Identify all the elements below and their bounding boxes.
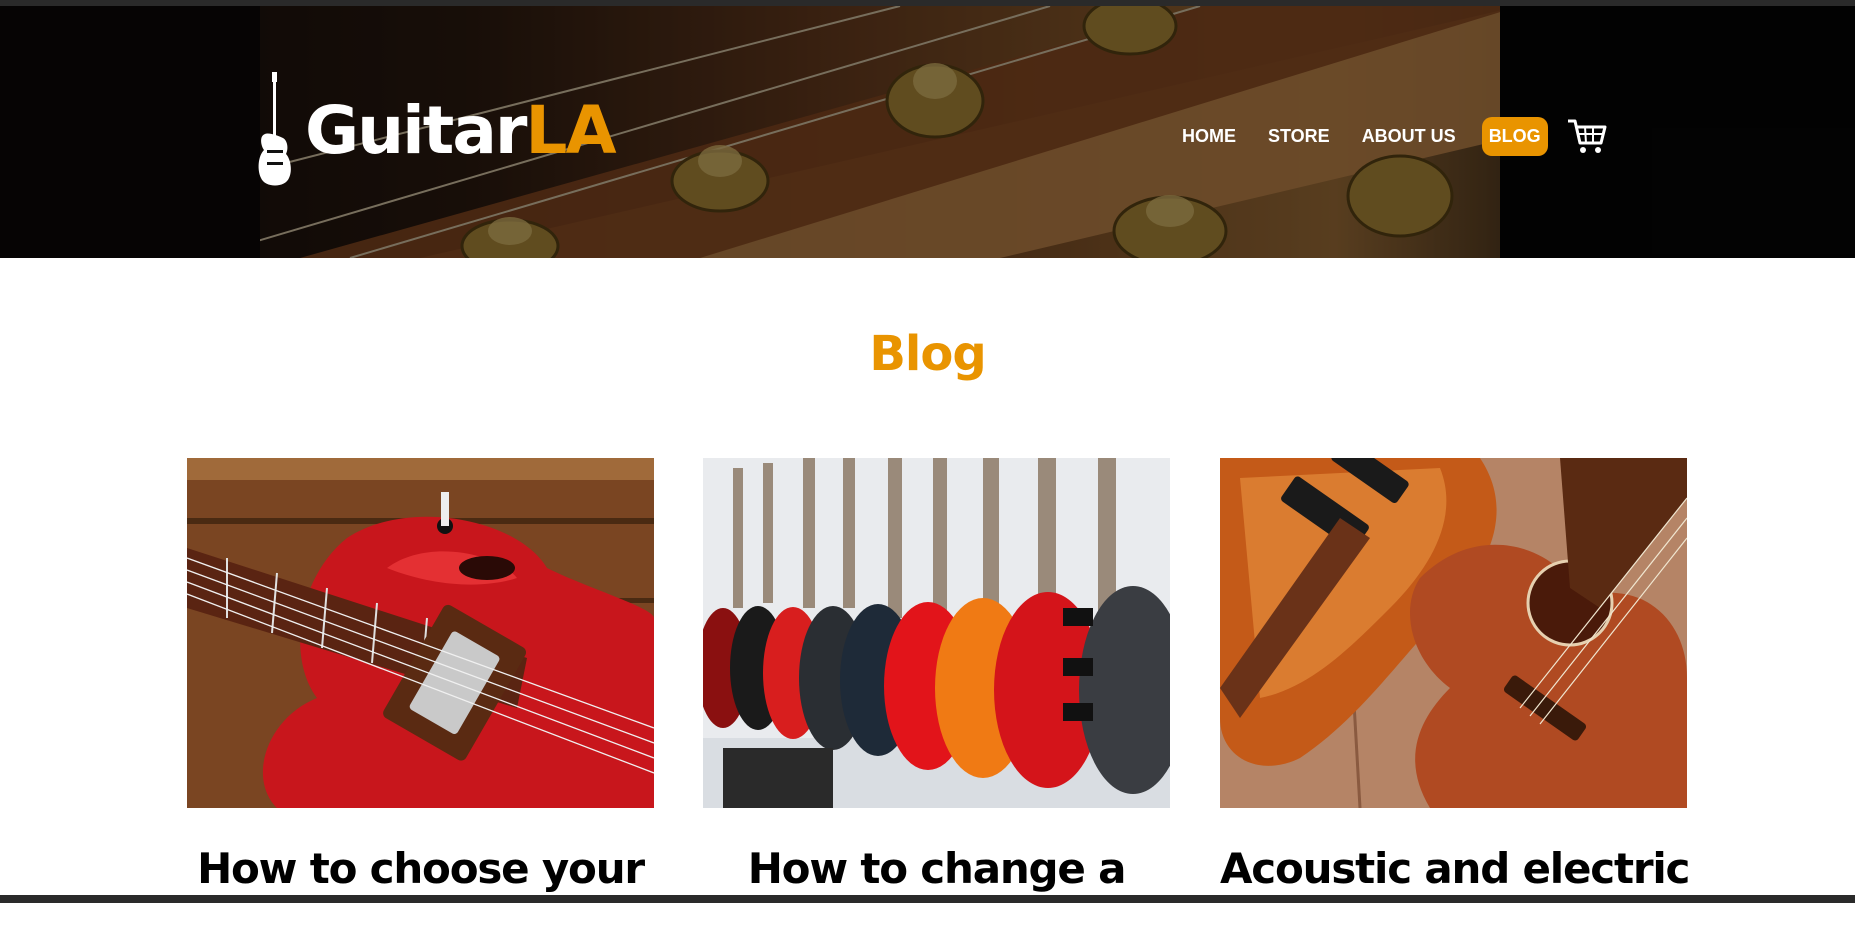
guitar-icon [258, 72, 291, 186]
blog-card-title[interactable]: How to change a [703, 844, 1170, 894]
blog-card-image[interactable] [703, 458, 1170, 808]
bass-and-acoustic-image [1220, 458, 1687, 808]
blog-card-image[interactable] [1220, 458, 1687, 808]
blog-card-image[interactable] [187, 458, 654, 808]
blog-card[interactable]: How to change a [703, 458, 1170, 929]
nav-store[interactable]: STORE [1262, 118, 1336, 155]
site-header: GuitarLA HOME STORE ABOUT US BLOG [0, 6, 1855, 258]
red-guitar-image [187, 458, 654, 808]
logo-text: GuitarLA [305, 98, 617, 164]
site-logo[interactable]: GuitarLA [255, 70, 617, 192]
blog-card[interactable]: Acoustic and electric [1220, 458, 1690, 929]
logo-brand-accent: LA [525, 92, 616, 169]
blog-card-title[interactable]: Acoustic and electric [1220, 844, 1690, 894]
guitar-store-image [703, 458, 1170, 808]
main-nav: HOME STORE ABOUT US BLOG [1176, 116, 1608, 156]
blog-card-title[interactable]: How to choose your [187, 844, 654, 894]
logo-brand-main: Guitar [305, 92, 527, 169]
nav-about-us[interactable]: ABOUT US [1356, 118, 1462, 155]
page-title: Blog [869, 326, 986, 382]
nav-home[interactable]: HOME [1176, 118, 1242, 155]
blog-card[interactable]: How to choose your [187, 458, 654, 929]
cart-icon[interactable] [1566, 116, 1608, 156]
nav-blog[interactable]: BLOG [1481, 116, 1548, 156]
window-bottom-border [0, 895, 1855, 903]
